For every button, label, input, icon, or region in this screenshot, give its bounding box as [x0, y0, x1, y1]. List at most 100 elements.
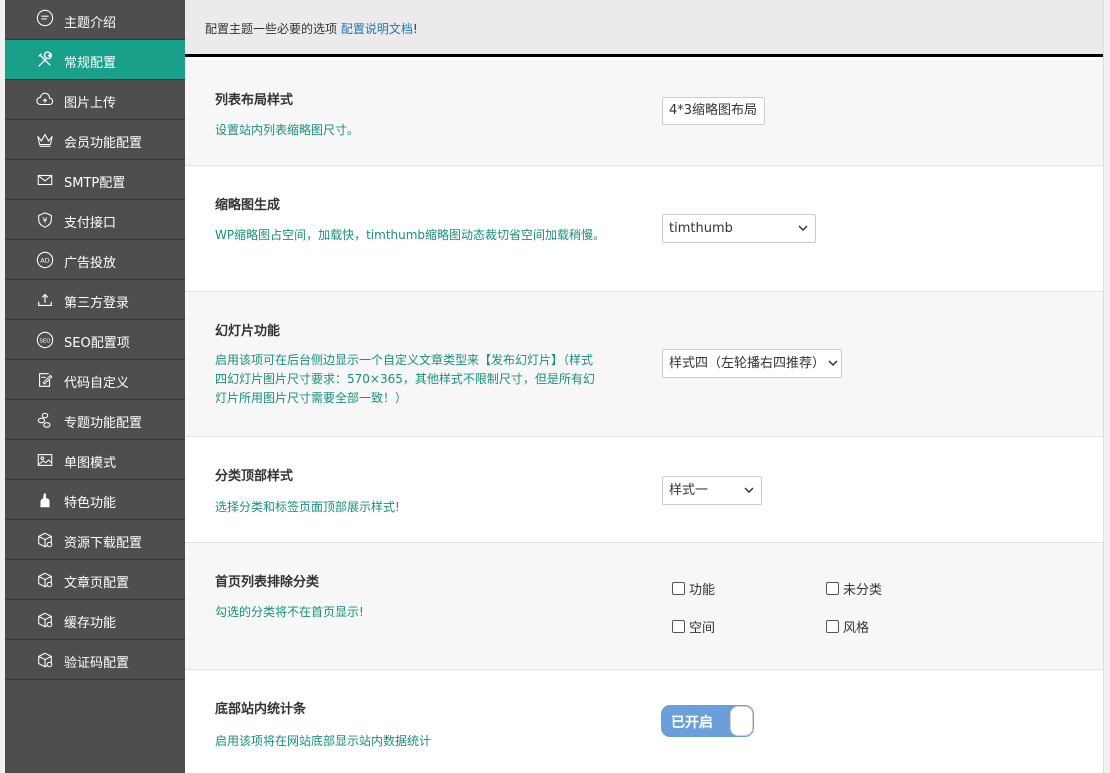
- sidebar-item-label: 代码自定义: [64, 376, 130, 391]
- sidebar-item-label: 缓存功能: [64, 616, 117, 631]
- chevron-down-icon: [744, 487, 754, 494]
- select-value: 样式四（左轮播右四推荐）: [669, 356, 826, 371]
- checkbox-space[interactable]: 空间: [672, 617, 715, 636]
- sidebar-item-label: 特色功能: [64, 496, 117, 511]
- page-header: 配置主题一些必要的选项 配置说明文档!: [185, 0, 1103, 57]
- login-upload-icon: [35, 290, 55, 310]
- speech-bubble-icon: [35, 8, 55, 28]
- footer-stats-toggle[interactable]: 已开启: [661, 705, 754, 737]
- sidebar-item-single-image[interactable]: 单图模式: [5, 440, 185, 480]
- sidebar-item-third-party-login[interactable]: 第三方登录: [5, 280, 185, 320]
- mail-icon: [35, 170, 55, 190]
- sidebar-item-label: 资源下载配置: [64, 536, 143, 551]
- sidebar-item-label: 会员功能配置: [64, 136, 143, 151]
- sidebar-item-theme-intro[interactable]: 主题介绍: [5, 0, 185, 40]
- header-text: 配置主题一些必要的选项: [205, 22, 338, 36]
- box-gear-icon: [35, 610, 55, 630]
- sidebar-item-label: 验证码配置: [64, 656, 130, 671]
- cat-header-select[interactable]: 样式一: [662, 476, 762, 505]
- sidebar-item-label: 专题功能配置: [64, 416, 143, 431]
- sidebar-item-label: 主题介绍: [64, 16, 117, 31]
- sidebar-item-label: 常规配置: [64, 56, 117, 71]
- thumb-icon: [35, 490, 55, 510]
- ad-icon: AD: [35, 250, 55, 270]
- yen-shield-icon: ¥: [35, 210, 55, 230]
- sidebar-item-captcha[interactable]: 验证码配置: [5, 640, 185, 680]
- section-desc: 启用该项将在网站底部显示站内数据统计: [215, 734, 432, 748]
- sidebar-item-label: SEO配置项: [64, 336, 130, 351]
- box-gear-icon: [35, 530, 55, 550]
- select-value: timthumb: [669, 221, 733, 236]
- sidebar-item-features[interactable]: 特色功能: [5, 480, 185, 520]
- toggle-label: 已开启: [671, 715, 713, 731]
- sidebar-item-ads[interactable]: AD 广告投放: [5, 240, 185, 280]
- image-icon: [35, 450, 55, 470]
- box-gear-icon: [35, 570, 55, 590]
- section-cat-header: 分类顶部样式 选择分类和标签页面顶部展示样式! 样式一: [185, 437, 1103, 543]
- box-gear-icon: [35, 650, 55, 670]
- code-edit-icon: [35, 370, 55, 390]
- checkbox-label: 风格: [843, 621, 870, 636]
- sidebar-item-label: 文章页配置: [64, 576, 130, 591]
- sidebar-item-seo[interactable]: SEO SEO配置项: [5, 320, 185, 360]
- section-title: 底部站内统计条: [215, 702, 307, 717]
- section-title: 幻灯片功能: [215, 324, 281, 339]
- sidebar-item-article-page[interactable]: 文章页配置: [5, 560, 185, 600]
- sidebar-item-label: 单图模式: [64, 456, 117, 471]
- checkbox-label: 未分类: [843, 583, 883, 598]
- svg-text:AD: AD: [40, 258, 49, 265]
- checkbox-box[interactable]: [672, 620, 685, 633]
- checkbox-label: 功能: [689, 583, 716, 598]
- cloud-upload-icon: [35, 90, 55, 110]
- section-desc: WP缩略图占空间，加载快，timthumb缩略图动态裁切省空间加载稍慢。: [215, 228, 606, 242]
- chevron-down-icon: [798, 225, 808, 232]
- sidebar-item-general[interactable]: 常规配置: [5, 40, 185, 80]
- sidebar: 主题介绍 常规配置 图片上传 会员功能配置 SMTP配置 ¥ 支付接口 AD 广: [5, 0, 185, 773]
- section-desc: 启用该项可在后台侧边显示一个自定义文章类型来【发布幻灯片】（样式四幻灯片图片尺寸…: [215, 353, 595, 405]
- topic-icon: [35, 410, 55, 430]
- sidebar-item-label: SMTP配置: [64, 176, 126, 191]
- docs-link[interactable]: 配置说明文档: [341, 22, 413, 36]
- list-layout-input[interactable]: 4*3缩略图布局: [662, 97, 765, 125]
- section-footer-stats: 底部站内统计条 启用该项将在网站底部显示站内数据统计 已开启: [185, 670, 1103, 773]
- tools-icon: [35, 50, 55, 70]
- slides-select[interactable]: 样式四（左轮播右四推荐）: [662, 349, 842, 378]
- section-desc: 勾选的分类将不在首页显示!: [215, 605, 364, 619]
- sidebar-item-label: 支付接口: [64, 216, 117, 231]
- section-title: 分类顶部样式: [215, 469, 294, 484]
- svg-text:¥: ¥: [42, 215, 47, 225]
- sidebar-item-label: 图片上传: [64, 96, 117, 111]
- sidebar-item-resource-download[interactable]: 资源下载配置: [5, 520, 185, 560]
- scrollbar[interactable]: [1103, 0, 1110, 773]
- section-title: 列表布局样式: [215, 93, 294, 108]
- sidebar-item-membership[interactable]: 会员功能配置: [5, 120, 185, 160]
- thumb-gen-select[interactable]: timthumb: [662, 214, 816, 243]
- sidebar-item-cache[interactable]: 缓存功能: [5, 600, 185, 640]
- main-panel: 配置主题一些必要的选项 配置说明文档! 列表布局样式 设置站内列表缩略图尺寸。 …: [185, 0, 1103, 773]
- section-thumb-gen: 缩略图生成 WP缩略图占空间，加载快，timthumb缩略图动态裁切省空间加载稍…: [185, 166, 1103, 292]
- checkbox-box[interactable]: [672, 582, 685, 595]
- sidebar-item-smtp[interactable]: SMTP配置: [5, 160, 185, 200]
- seo-icon: SEO: [35, 330, 55, 350]
- checkbox-box[interactable]: [826, 620, 839, 633]
- section-desc: 设置站内列表缩略图尺寸。: [215, 123, 360, 137]
- sidebar-item-topics[interactable]: 专题功能配置: [5, 400, 185, 440]
- sidebar-item-label: 广告投放: [64, 256, 117, 271]
- sidebar-item-payment[interactable]: ¥ 支付接口: [5, 200, 185, 240]
- checkbox-style[interactable]: 风格: [826, 617, 869, 636]
- section-home-exclude: 首页列表排除分类 勾选的分类将不在首页显示! 功能 未分类 空间 风格: [185, 543, 1103, 670]
- sidebar-item-label: 第三方登录: [64, 296, 130, 311]
- section-title: 首页列表排除分类: [215, 575, 320, 590]
- section-list-layout: 列表布局样式 设置站内列表缩略图尺寸。 4*3缩略图布局: [185, 60, 1103, 166]
- checkbox-box[interactable]: [826, 582, 839, 595]
- section-title: 缩略图生成: [215, 198, 281, 213]
- section-desc: 选择分类和标签页面顶部展示样式!: [215, 500, 400, 514]
- sidebar-item-custom-code[interactable]: 代码自定义: [5, 360, 185, 400]
- header-suffix: !: [412, 22, 418, 36]
- checkbox-uncategorized[interactable]: 未分类: [826, 579, 882, 598]
- chevron-down-icon: [828, 360, 838, 367]
- checkbox-feature[interactable]: 功能: [672, 579, 715, 598]
- toggle-knob: [730, 706, 753, 736]
- sidebar-item-image-upload[interactable]: 图片上传: [5, 80, 185, 120]
- select-value: 样式一: [669, 483, 709, 498]
